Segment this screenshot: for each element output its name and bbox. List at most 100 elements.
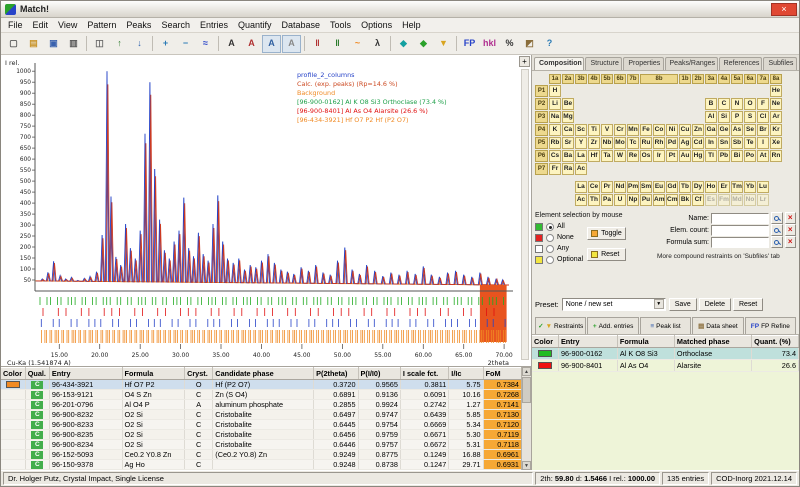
menu-peaks[interactable]: Peaks <box>121 19 156 31</box>
tab-subfiles[interactable]: Subfiles <box>763 57 797 70</box>
element-cl[interactable]: Cl <box>757 111 769 123</box>
element-u[interactable]: U <box>614 194 626 206</box>
element-c[interactable]: C <box>718 98 730 110</box>
element-ir[interactable]: Ir <box>653 150 665 162</box>
mode-all[interactable]: All <box>535 221 583 232</box>
period-label-p1[interactable]: P1 <box>535 85 548 97</box>
element-o[interactable]: O <box>744 98 756 110</box>
help-icon[interactable]: ? <box>540 35 559 53</box>
column-header-formula[interactable]: Formula <box>122 368 185 380</box>
formula-sum-input[interactable] <box>711 237 769 248</box>
clear-icon[interactable]: × <box>785 212 797 224</box>
element-li[interactable]: Li <box>549 98 561 110</box>
element-nd[interactable]: Nd <box>614 181 626 193</box>
hkl-icon[interactable]: hkl <box>480 35 499 53</box>
matched-column-header-matched-phase[interactable]: Matched phase <box>674 336 751 348</box>
element-rb[interactable]: Rb <box>549 137 561 149</box>
element-ti[interactable]: Ti <box>588 124 600 136</box>
tab-peak-list[interactable]: ≡Peak list <box>640 317 691 334</box>
elem-count-input[interactable] <box>711 225 769 236</box>
element-pd[interactable]: Pd <box>666 137 678 149</box>
tab-properties[interactable]: Properties <box>623 57 663 70</box>
group-header-8b[interactable]: 8b <box>640 74 678 84</box>
group-header-4b[interactable]: 4b <box>588 74 600 84</box>
element-cm[interactable]: Cm <box>666 194 678 206</box>
element-th[interactable]: Th <box>588 194 600 206</box>
element-no[interactable]: No <box>744 194 756 206</box>
group-header-2b[interactable]: 2b <box>692 74 704 84</box>
element-lu[interactable]: Lu <box>757 181 769 193</box>
element-am[interactable]: Am <box>653 194 665 206</box>
preset-select[interactable]: None / new set ▼ <box>562 298 666 311</box>
element-ar[interactable]: Ar <box>770 111 782 123</box>
radio-icon[interactable] <box>546 223 554 231</box>
element-b[interactable]: B <box>705 98 717 110</box>
matched-column-header-quant[interactable]: Quant. (%) <box>752 336 799 348</box>
element-in[interactable]: In <box>705 137 717 149</box>
element-ba[interactable]: Ba <box>562 150 574 162</box>
element-sb[interactable]: Sb <box>731 137 743 149</box>
menu-quantify[interactable]: Quantify <box>233 19 277 31</box>
element-w[interactable]: W <box>614 150 626 162</box>
element-ge[interactable]: Ge <box>718 124 730 136</box>
label-a-icon[interactable]: A <box>222 35 241 53</box>
fp-icon[interactable]: FP <box>460 35 479 53</box>
element-ac[interactable]: Ac <box>575 163 587 175</box>
element-cf[interactable]: Cf <box>692 194 704 206</box>
group-header-8a[interactable]: 8a <box>770 74 782 84</box>
database-icon[interactable]: ◩ <box>520 35 539 53</box>
candidate-row[interactable]: C96-152-5093Ce0.2 Y0.8 ZnC(Ce0.2 Y0.8) Z… <box>1 450 522 460</box>
menu-options[interactable]: Options <box>356 19 397 31</box>
element-eu[interactable]: Eu <box>653 181 665 193</box>
search-icon[interactable] <box>771 212 783 224</box>
group-header-1b[interactable]: 1b <box>679 74 691 84</box>
element-sn[interactable]: Sn <box>718 137 730 149</box>
element-la[interactable]: La <box>575 150 587 162</box>
label-a-gray-icon[interactable]: A <box>282 35 301 53</box>
element-md[interactable]: Md <box>731 194 743 206</box>
group-header-7a[interactable]: 7a <box>757 74 769 84</box>
radio-icon[interactable] <box>546 256 554 264</box>
preset-reset-button[interactable]: Reset <box>733 298 763 311</box>
reset-selection-button[interactable]: Reset <box>587 248 626 261</box>
period-label-p7[interactable]: P7 <box>535 163 548 175</box>
toggle-button[interactable]: Toggle <box>587 227 626 240</box>
element-sm[interactable]: Sm <box>640 181 652 193</box>
element-xe[interactable]: Xe <box>770 137 782 149</box>
candidate-row[interactable]: C96-150-9378Ag HoC0.92480.87380.124729.7… <box>1 460 522 470</box>
element-nb[interactable]: Nb <box>601 137 613 149</box>
column-header-color[interactable]: Color <box>1 368 25 380</box>
zoom-in-icon[interactable]: + <box>156 35 175 53</box>
import-icon[interactable]: ↓ <box>130 35 149 53</box>
preset-delete-button[interactable]: Delete <box>699 298 731 311</box>
export-icon[interactable]: ↑ <box>110 35 129 53</box>
element-zr[interactable]: Zr <box>588 137 600 149</box>
element-la[interactable]: La <box>575 181 587 193</box>
group-header-1a[interactable]: 1a <box>549 74 561 84</box>
column-header-p-2theta[interactable]: P(2theta) <box>314 368 358 380</box>
element-ga[interactable]: Ga <box>705 124 717 136</box>
element-at[interactable]: At <box>757 150 769 162</box>
period-label-p6[interactable]: P6 <box>535 150 548 162</box>
group-header-5b[interactable]: 5b <box>601 74 613 84</box>
element-hg[interactable]: Hg <box>692 150 704 162</box>
group-header-3b[interactable]: 3b <box>575 74 587 84</box>
menu-database[interactable]: Database <box>277 19 326 31</box>
column-header-candidate-phase[interactable]: Candidate phase <box>213 368 314 380</box>
matched-column-header-formula[interactable]: Formula <box>617 336 674 348</box>
radio-icon[interactable] <box>546 245 554 253</box>
element-n[interactable]: N <box>731 98 743 110</box>
menu-entries[interactable]: Entries <box>195 19 233 31</box>
mode-any[interactable]: Any <box>535 243 583 254</box>
element-al[interactable]: Al <box>705 111 717 123</box>
zoom-out-icon[interactable]: − <box>176 35 195 53</box>
element-ta[interactable]: Ta <box>601 150 613 162</box>
element-dy[interactable]: Dy <box>692 181 704 193</box>
candidate-row[interactable]: C96-900-8233O2 SiCCristobalite0.64450.97… <box>1 420 522 430</box>
element-pb[interactable]: Pb <box>718 150 730 162</box>
label-a-blue-icon[interactable]: A <box>262 35 281 53</box>
peak-edit-icon[interactable]: ‖ <box>328 35 347 53</box>
scroll-down-icon[interactable]: ▼ <box>522 461 531 470</box>
print-icon[interactable]: ▥ <box>64 35 83 53</box>
period-label-p3[interactable]: P3 <box>535 111 548 123</box>
